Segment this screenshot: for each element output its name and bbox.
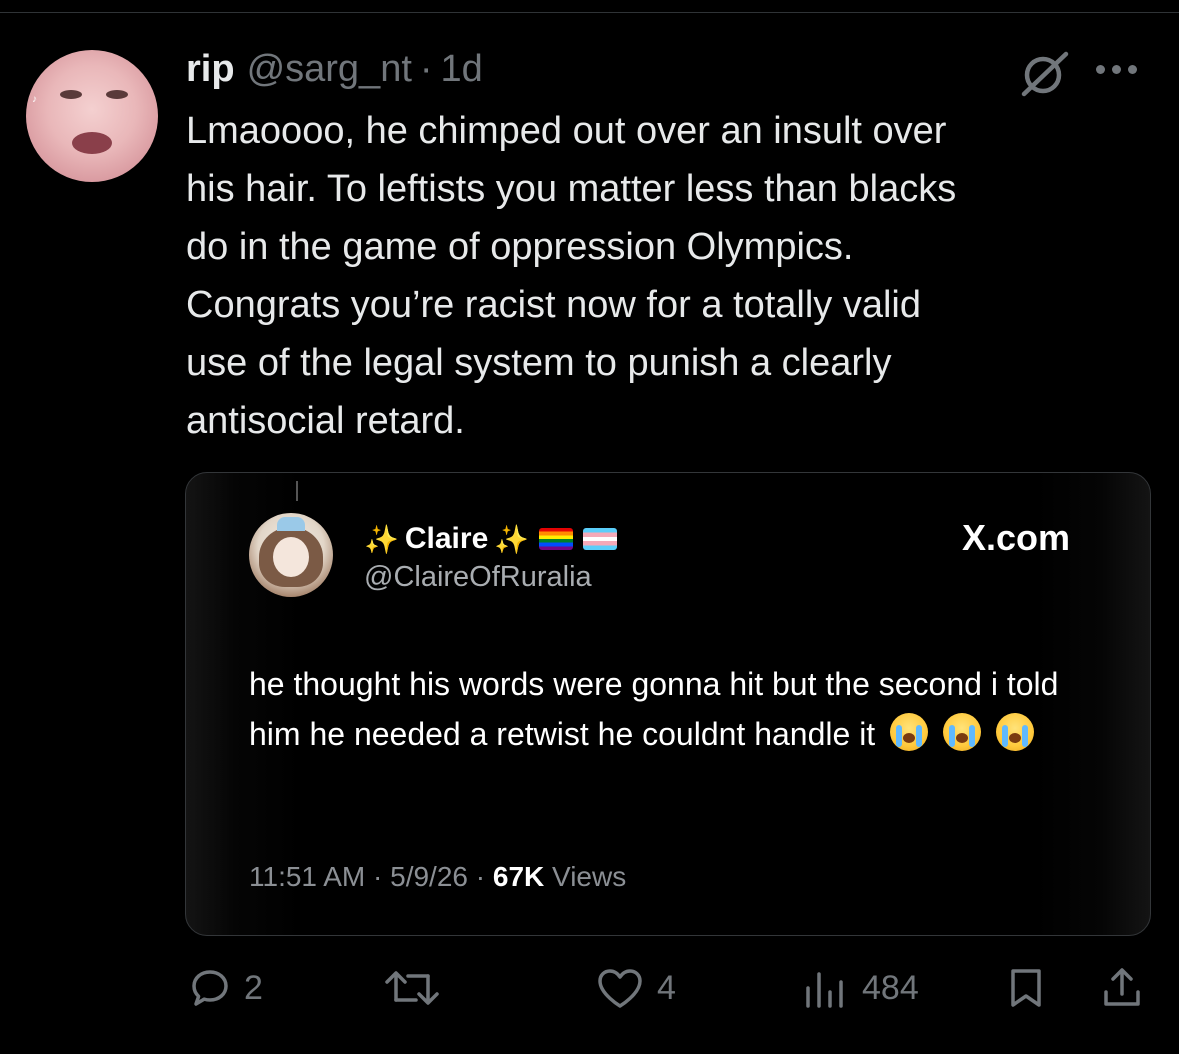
top-divider (0, 12, 1179, 13)
views-count: 484 (862, 968, 919, 1007)
post-header: rip @sarg_nt · 1d (186, 44, 483, 94)
quoted-date: 5/9/26 (390, 861, 468, 892)
sparkles-icon: ✨ (364, 523, 399, 555)
post-text: Lmaoooo, he chimped out over an insult o… (186, 110, 957, 442)
more-icon[interactable] (1096, 54, 1148, 84)
action-bar: 2 4 484 (0, 960, 1179, 1020)
separator: · (419, 47, 433, 90)
retweet-icon (385, 971, 439, 1005)
quoted-views-count: 67K (492, 861, 545, 892)
quoted-handle: @ClaireOfRuralia (364, 561, 592, 593)
share-button[interactable] (1100, 966, 1144, 1010)
quoted-views-label: Views (552, 861, 627, 892)
avatar[interactable]: ♪ (26, 50, 158, 182)
crying-face-icon (942, 713, 981, 751)
grok-icon[interactable] (1018, 48, 1072, 98)
author-handle[interactable]: @sarg_nt (247, 48, 412, 91)
bookmark-icon (1011, 969, 1041, 1007)
bookmark-button[interactable] (1006, 966, 1046, 1010)
views-button[interactable]: 484 (800, 966, 919, 1010)
tiktok-icon: ♪ (32, 94, 37, 105)
like-icon (598, 969, 642, 1008)
quoted-text: he thought his words were gonna hit but … (249, 666, 1059, 752)
views-icon (806, 972, 843, 1008)
sparkles-icon: ✨ (494, 523, 530, 555)
quoted-name: Claire (404, 522, 489, 555)
reply-count: 2 (244, 968, 263, 1007)
reply-button[interactable]: 2 (188, 966, 263, 1010)
quoted-screenshot[interactable]: ✨ Claire ✨ @ClaireOfRuralia X.com he tho… (185, 472, 1151, 936)
crying-face-icon (890, 713, 929, 751)
author-name[interactable]: rip (186, 48, 235, 91)
quoted-site: X.com (961, 517, 1070, 558)
share-icon (1104, 968, 1140, 1006)
like-count: 4 (657, 968, 676, 1007)
reply-icon (192, 970, 228, 1006)
trans-flag-icon (583, 528, 618, 550)
quoted-time: 11:51 AM (249, 861, 366, 892)
quoted-meta: 11:51 AM · 5/9/26 · 67K Views (249, 861, 627, 892)
crying-face-icon (995, 713, 1034, 751)
like-button[interactable]: 4 (595, 966, 676, 1010)
quoted-name-row: ✨ Claire ✨ (364, 519, 618, 559)
retweet-button[interactable] (382, 966, 442, 1010)
rainbow-flag-icon (539, 528, 574, 550)
post-time[interactable]: 1d (441, 48, 483, 91)
quoted-avatar (249, 513, 333, 597)
